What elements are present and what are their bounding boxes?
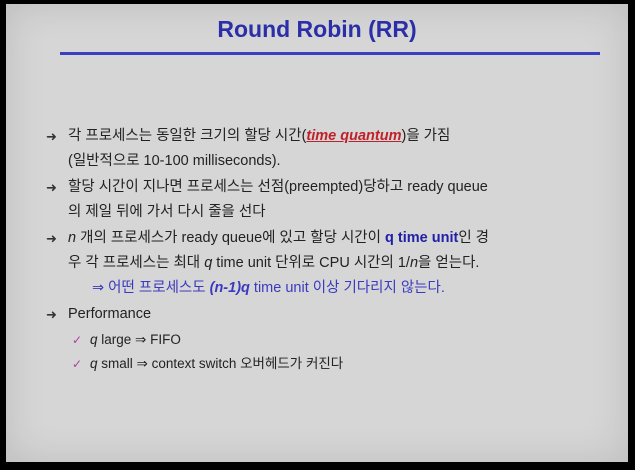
bullet-sub-line: ⇒ 어떤 프로세스도 (n-1)q time unit 이상 기다리지 않는다.: [68, 276, 616, 301]
text: time unit 단위로 CPU 시간의 1/: [212, 255, 410, 271]
bullet-line: Performance: [68, 306, 152, 322]
bullet-line: 할당 시간이 지나면 프로세스는 선점(preempted)당하고 ready …: [68, 179, 488, 195]
bullet-line: 의 제일 뒤에 가서 다시 줄을 선다: [68, 204, 266, 220]
text: )을 가짐: [401, 128, 451, 144]
text: 어떤 프로세스도: [104, 280, 210, 296]
text: 개의 프로세스가 ready queue에 있고 할당 시간이: [76, 230, 385, 246]
slide: Round Robin (RR) ➜ 각 프로세스는 동일한 크기의 할당 시간…: [6, 4, 628, 462]
text: q: [90, 332, 98, 347]
slide-content: ➜ 각 프로세스는 동일한 크기의 할당 시간(time quantum)을 가…: [44, 124, 616, 376]
text: q: [90, 356, 98, 371]
highlight-q-time-unit: q time unit: [385, 230, 459, 246]
implies-icon: ⇒: [92, 280, 105, 296]
bullet-line: n 개의 프로세스가 ready queue에 있고 할당 시간이 q time…: [68, 226, 616, 251]
bullet-line: 각 프로세스는 동일한 크기의 할당 시간(time quantum)을 가짐: [68, 124, 616, 149]
perf-item-large: ✓ q large ⇒ FIFO: [44, 328, 616, 352]
bullet-line: 우 각 프로세스는 최대 q time unit 단위로 CPU 시간의 1/n…: [68, 251, 616, 276]
check-icon: ✓: [72, 333, 83, 347]
arrow-bullet-icon: ➜: [46, 129, 57, 144]
text: 각 프로세스는 동일한 크기의 할당 시간(: [68, 128, 307, 144]
perf-item-small: ✓ q small ⇒ context switch 오버헤드가 커진다: [44, 352, 616, 376]
text: time unit 이상 기다리지 않는다.: [249, 280, 445, 296]
text: n: [68, 230, 77, 246]
text: large ⇒ FIFO: [97, 332, 181, 347]
bullet-preempted: ➜ 할당 시간이 지나면 프로세스는 선점(preempted)당하고 read…: [44, 175, 616, 225]
text: 을 얻는다.: [418, 255, 480, 271]
text: n: [409, 255, 419, 271]
arrow-bullet-icon: ➜: [46, 231, 57, 246]
text: 인 경: [458, 230, 490, 246]
check-icon: ✓: [72, 357, 83, 371]
text: 우 각 프로세스는 최대: [68, 255, 205, 271]
text: (n-1)q: [209, 280, 250, 296]
bullet-time-quantum: ➜ 각 프로세스는 동일한 크기의 할당 시간(time quantum)을 가…: [44, 124, 616, 174]
arrow-bullet-icon: ➜: [46, 307, 57, 322]
bullet-performance: ➜ Performance: [44, 302, 616, 327]
text: small ⇒ context switch 오버헤드가 커진다: [97, 356, 344, 371]
title-underline: [60, 52, 600, 55]
slide-title: Round Robin (RR): [217, 16, 417, 42]
bullet-line: (일반적으로 10-100 milliseconds).: [68, 153, 281, 169]
bullet-n-processes: ➜ n 개의 프로세스가 ready queue에 있고 할당 시간이 q ti…: [44, 226, 616, 301]
arrow-bullet-icon: ➜: [46, 180, 57, 195]
highlight-time-quantum: time quantum: [306, 128, 402, 144]
